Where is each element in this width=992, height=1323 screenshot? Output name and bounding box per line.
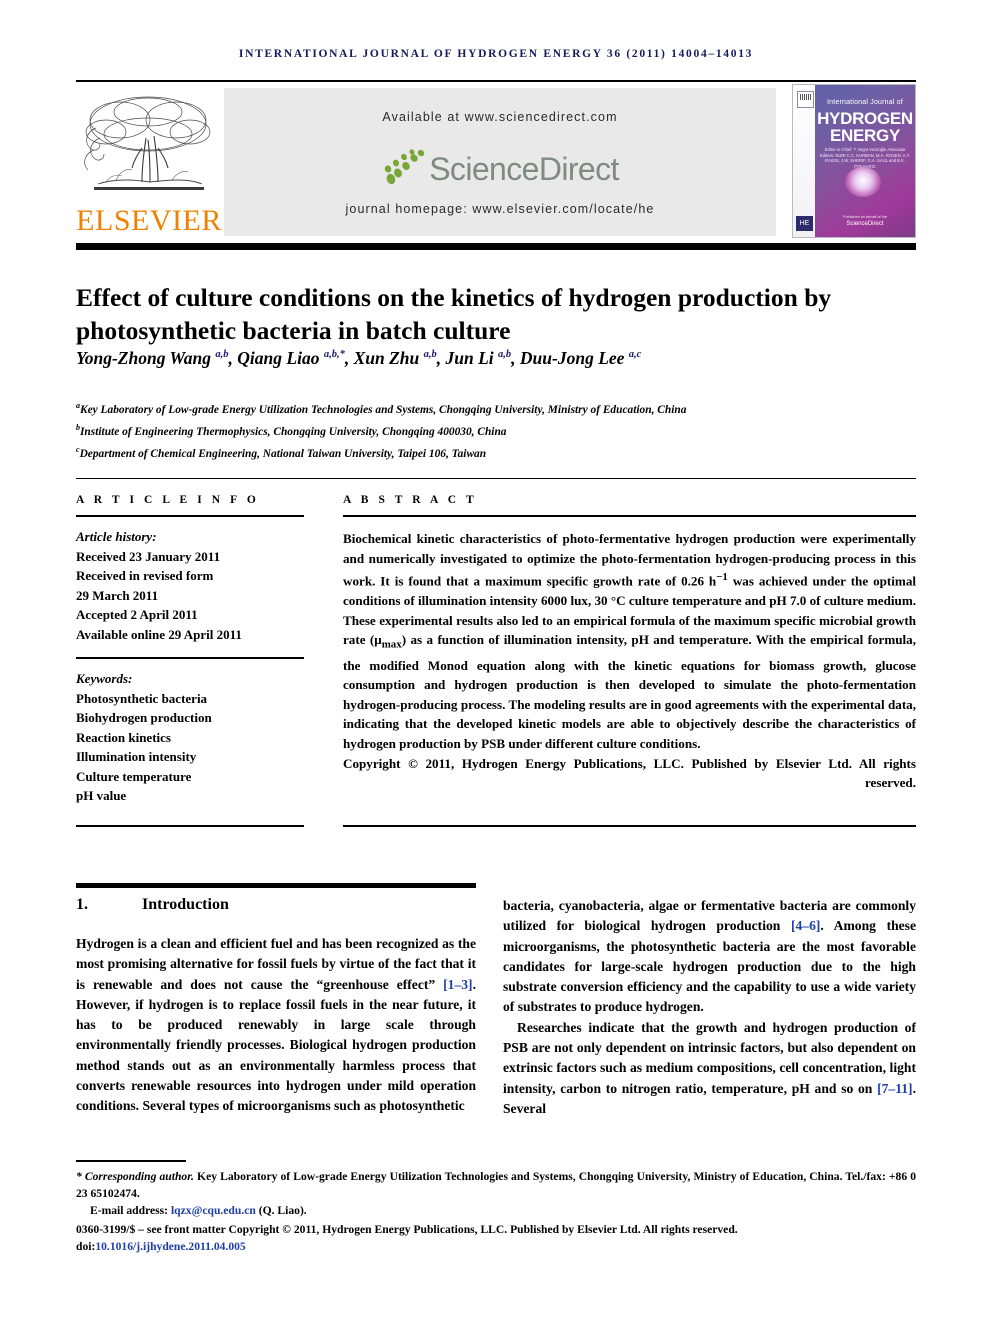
keywords-label: Keywords: — [76, 671, 133, 686]
intro-paragraph-3: Researches indicate that the growth and … — [503, 1019, 916, 1116]
keywords-rule — [76, 657, 304, 659]
introduction-number: 1. — [76, 896, 88, 913]
cover-spine: HE — [793, 85, 815, 237]
sciencedirect-wordmark: ScienceDirect — [429, 150, 619, 187]
available-at-text: Available at www.sciencedirect.com — [382, 110, 618, 124]
journal-banner: ELSEVIER Available at www.sciencedirect.… — [76, 84, 916, 240]
running-head: INTERNATIONAL JOURNAL OF HYDROGEN ENERGY… — [238, 48, 754, 60]
introduction-heading: 1. Introduction — [76, 896, 476, 914]
abstract-band-rule-top — [76, 478, 916, 479]
doi-line[interactable]: doi:10.1016/j.ijhydene.2011.04.005 — [76, 1238, 916, 1255]
abstract-column: A B S T R A C T Biochemical kinetic char… — [343, 494, 916, 793]
article-history-item: Received 23 January 2011 — [76, 548, 221, 564]
keyword-item: Reaction kinetics — [76, 729, 171, 745]
introduction-title: Introduction — [142, 896, 229, 913]
elsevier-tree-icon — [84, 96, 211, 190]
cover-journal-prefix: International Journal of — [826, 99, 903, 106]
abstract-heading: A B S T R A C T — [343, 494, 478, 506]
doi-label: doi: — [76, 1240, 96, 1254]
keyword-item: Biohydrogen production — [76, 710, 212, 725]
article-info-column: A R T I C L E I N F O Article history: R… — [76, 494, 304, 806]
article-page: INTERNATIONAL JOURNAL OF HYDROGEN ENERGY… — [0, 0, 992, 1323]
article-history-item: Accepted 2 April 2011 — [76, 607, 198, 622]
imprint-block: 0360-3199/$ – see front matter Copyright… — [76, 1221, 916, 1255]
body-column-right: bacteria, cyanobacteria, algae or fermen… — [503, 896, 916, 1119]
cover-hex-badge: HE — [796, 216, 813, 231]
cover-sciencedirect-caption: Published on behalf of the ScienceDirect — [817, 215, 913, 227]
cover-sciencedirect-label: ScienceDirect — [846, 221, 884, 227]
introduction-bar — [76, 883, 476, 888]
keyword-item: Photosynthetic bacteria — [76, 690, 208, 706]
issn-copyright-line: 0360-3199/$ – see front matter Copyright… — [76, 1223, 738, 1236]
body-column-left: Hydrogen is a clean and efficient fuel a… — [76, 934, 476, 1117]
abstract-copyright: Copyright © 2011, Hydrogen Energy Public… — [343, 755, 916, 791]
elsevier-wordmark: ELSEVIER — [76, 204, 222, 237]
article-history-block: Article history: Received 23 January 201… — [76, 527, 304, 644]
sciencedirect-logo: ScienceDirect — [224, 146, 776, 192]
article-history-item: Available online 29 April 2011 — [76, 626, 242, 642]
author-list: Yong-Zhong Wang a,b, Qiang Liao a,b,*, X… — [76, 348, 642, 368]
article-info-rule — [76, 515, 304, 517]
journal-homepage-text: journal homepage: www.elsevier.com/locat… — [345, 202, 655, 216]
abstract-rule — [343, 515, 916, 517]
cover-publisher-mark-icon — [797, 91, 814, 108]
cover-editors: Editor-in-Chief: T. Nejat Veziroğlu Asso… — [819, 147, 911, 169]
article-history-item: Received in revised form — [76, 568, 214, 583]
article-history-label: Article history: — [76, 529, 157, 544]
keyword-item: pH value — [76, 788, 127, 803]
footnote-block: * Corresponding author. Key Laboratory o… — [76, 1168, 916, 1220]
header-rule-bottom — [76, 243, 916, 250]
page-title: Effect of culture conditions on the kine… — [76, 283, 832, 346]
cover-sciencedirect-caption-top: Published on behalf of the — [843, 215, 887, 219]
sciencedirect-leaf-icon — [384, 149, 425, 185]
footnote-rule — [76, 1160, 186, 1162]
sciencedirect-panel: Available at www.sciencedirect.com Scien… — [224, 88, 776, 236]
elsevier-logo: ELSEVIER — [76, 88, 222, 240]
corresponding-author-note: * Corresponding author. Key Laboratory o… — [76, 1170, 916, 1201]
cover-orb-graphic — [845, 167, 881, 197]
cover-title-line-2: ENERGY — [830, 126, 900, 145]
email-note[interactable]: E-mail address: lqzx@cqu.edu.cn (Q. Liao… — [76, 1202, 916, 1219]
article-info-heading: A R T I C L E I N F O — [76, 494, 260, 506]
intro-paragraph-1: Hydrogen is a clean and efficient fuel a… — [76, 936, 476, 1114]
keywords-block: Keywords: Photosynthetic bacteria Biohyd… — [76, 669, 304, 806]
keyword-item: Illumination intensity — [76, 749, 197, 764]
header-rule-top — [76, 80, 916, 82]
affiliation-list: aKey Laboratory of Low-grade Energy Util… — [76, 401, 687, 460]
abstract-band-rule-bottom-left — [76, 825, 304, 827]
abstract-band-rule-bottom-right — [343, 825, 916, 827]
journal-cover-thumbnail: HE International Journal of HYDROGEN ENE… — [792, 84, 916, 238]
keyword-item: Culture temperature — [76, 768, 192, 784]
doi-value: 10.1016/j.ijhydene.2011.04.005 — [95, 1240, 246, 1254]
article-history-item: 29 March 2011 — [76, 587, 159, 603]
intro-paragraph-2: bacteria, cyanobacteria, algae or fermen… — [503, 898, 917, 1015]
abstract-body: Biochemical kinetic characteristics of p… — [343, 531, 916, 751]
